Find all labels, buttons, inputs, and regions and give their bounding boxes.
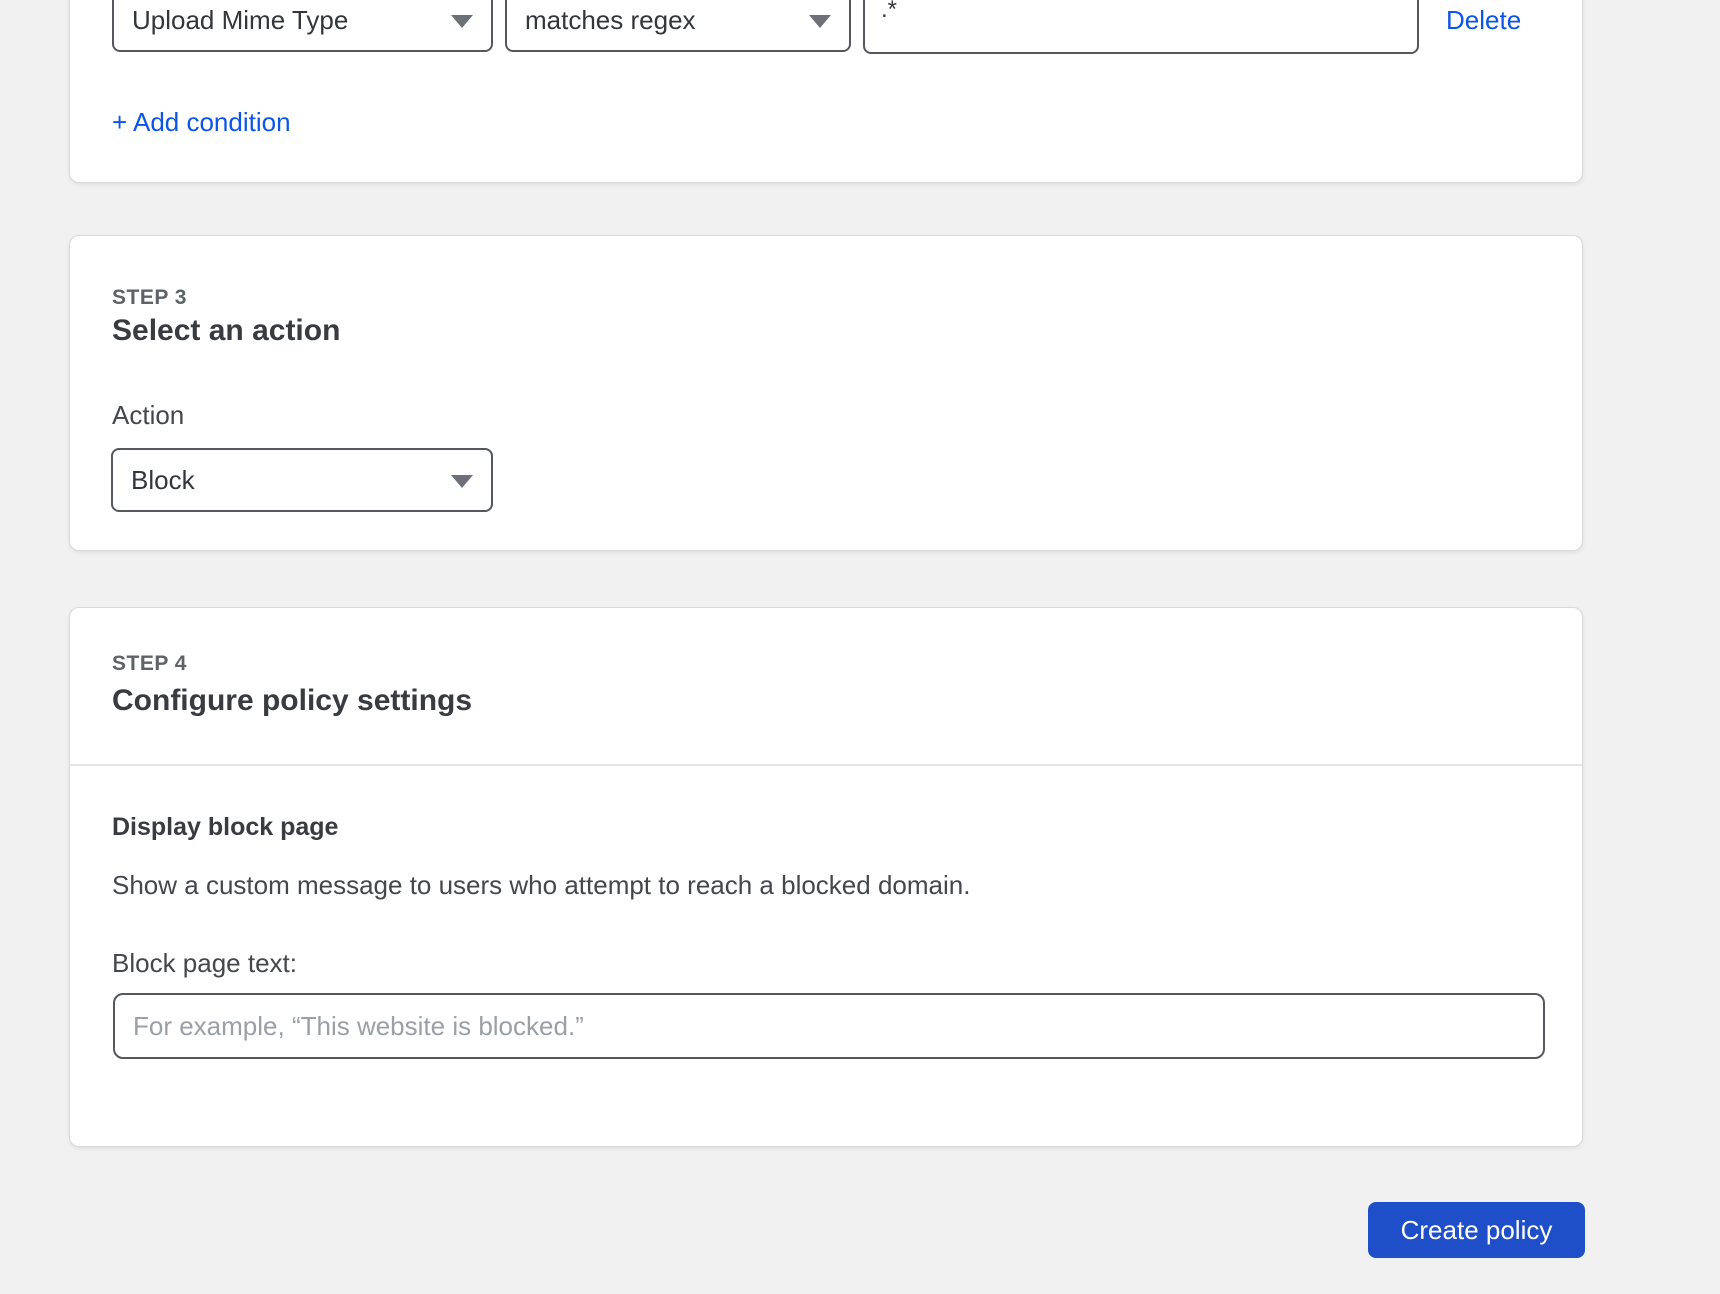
step4-card: STEP 4 Configure policy settings Display… (69, 607, 1583, 1147)
action-label: Action (112, 400, 184, 431)
action-dropdown[interactable]: Block (111, 448, 493, 512)
delete-condition-link[interactable]: Delete (1446, 5, 1521, 36)
display-block-page-heading: Display block page (112, 813, 338, 842)
condition-operator-dropdown[interactable]: matches regex (505, 0, 851, 52)
add-condition-link[interactable]: + Add condition (112, 107, 291, 138)
condition-card: Upload Mime Type matches regex .* Delete… (69, 0, 1583, 183)
display-block-page-description: Show a custom message to users who attem… (112, 870, 970, 900)
policy-builder-page: Upload Mime Type matches regex .* Delete… (0, 0, 1720, 1294)
step3-label: STEP 3 (112, 286, 187, 310)
step3-card: STEP 3 Select an action Action Block (69, 235, 1583, 551)
condition-value-input[interactable]: .* (863, 0, 1419, 54)
step4-label: STEP 4 (112, 652, 187, 676)
step3-title: Select an action (112, 312, 340, 350)
card-header-divider (70, 764, 1582, 766)
step4-title: Configure policy settings (112, 682, 472, 720)
condition-selector-dropdown[interactable]: Upload Mime Type (112, 0, 493, 52)
condition-operator-value: matches regex (525, 5, 696, 36)
chevron-down-icon (809, 15, 831, 28)
condition-selector-value: Upload Mime Type (132, 5, 348, 36)
block-page-text-label: Block page text: (112, 948, 297, 979)
action-dropdown-value: Block (131, 465, 195, 496)
chevron-down-icon (451, 475, 473, 488)
create-policy-button[interactable]: Create policy (1368, 1202, 1585, 1258)
block-page-text-input[interactable] (113, 993, 1545, 1059)
chevron-down-icon (451, 15, 473, 28)
